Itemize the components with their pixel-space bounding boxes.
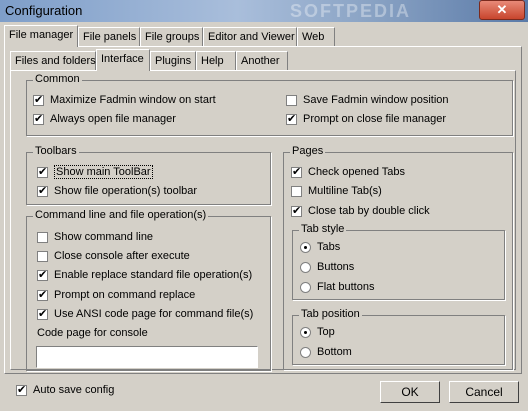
checkbox-box[interactable] xyxy=(33,112,44,125)
tab-style-buttons-radio[interactable]: Buttons xyxy=(300,260,354,274)
tab-position-top-radio[interactable]: Top xyxy=(300,325,335,339)
checkbox-box[interactable] xyxy=(37,288,48,301)
use-ansi-code-page-checkbox[interactable]: Use ANSI code page for command file(s) xyxy=(37,307,253,321)
tab-style-flat-buttons-radio[interactable]: Flat buttons xyxy=(300,280,374,294)
ok-button[interactable]: OK xyxy=(380,381,440,403)
tab-help[interactable]: Help xyxy=(196,51,236,71)
radio-label: Top xyxy=(317,326,335,338)
checkbox-label: Enable replace standard file operation(s… xyxy=(54,269,253,281)
command-line-legend: Command line and file operation(s) xyxy=(33,209,209,221)
check-opened-tabs-checkbox[interactable]: Check opened Tabs xyxy=(291,165,405,179)
show-file-operations-toolbar-checkbox[interactable]: Show file operation(s) toolbar xyxy=(37,184,197,198)
checkbox-box[interactable] xyxy=(37,268,48,281)
save-window-position-checkbox[interactable]: Save Fadmin window position xyxy=(286,93,449,107)
checkbox-label: Multiline Tab(s) xyxy=(308,185,382,197)
tab-file-groups[interactable]: File groups xyxy=(140,27,203,47)
checkbox-label: Always open file manager xyxy=(50,113,176,125)
prompt-on-close-checkbox[interactable]: Prompt on close file manager xyxy=(286,112,446,126)
close-button[interactable]: ✕ xyxy=(479,0,525,20)
maximize-on-start-checkbox[interactable]: Maximize Fadmin window on start xyxy=(33,93,216,107)
enable-replace-operations-checkbox[interactable]: Enable replace standard file operation(s… xyxy=(37,268,252,282)
checkbox-box[interactable] xyxy=(16,383,27,396)
radio-label: Buttons xyxy=(317,261,355,273)
close-console-checkbox[interactable]: Close console after execute xyxy=(37,249,190,263)
radio-dot[interactable] xyxy=(300,346,311,358)
radio-label: Flat buttons xyxy=(317,281,375,293)
common-legend: Common xyxy=(33,73,82,85)
multiline-tabs-checkbox[interactable]: Multiline Tab(s) xyxy=(291,184,382,198)
tab-editor-viewer[interactable]: Editor and Viewer xyxy=(203,27,297,47)
code-page-input[interactable] xyxy=(36,346,258,368)
checkbox-box[interactable] xyxy=(286,94,297,106)
tab-file-panels[interactable]: File panels xyxy=(78,27,140,47)
tab-position-bottom-radio[interactable]: Bottom xyxy=(300,345,352,359)
checkbox-box[interactable] xyxy=(291,204,302,217)
tab-style-tabs-radio[interactable]: Tabs xyxy=(300,240,340,254)
checkbox-label: Close tab by double click xyxy=(308,205,430,217)
checkbox-box[interactable] xyxy=(37,250,48,262)
common-group: Common xyxy=(26,73,513,136)
checkbox-label: Check opened Tabs xyxy=(308,166,406,178)
show-command-line-checkbox[interactable]: Show command line xyxy=(37,230,153,244)
code-page-label: Code page for console xyxy=(37,327,148,339)
configuration-window: Configuration SOFTPEDIA ✕ File manager F… xyxy=(0,0,528,411)
radio-label: Bottom xyxy=(317,346,352,358)
close-tab-double-click-checkbox[interactable]: Close tab by double click xyxy=(291,204,430,218)
radio-dot[interactable] xyxy=(300,261,311,273)
show-main-toolbar-checkbox[interactable]: Show main ToolBar xyxy=(37,165,153,179)
radio-dot[interactable] xyxy=(300,326,311,338)
close-icon: ✕ xyxy=(496,2,508,17)
checkbox-label: Prompt on close file manager xyxy=(303,113,447,125)
tab-web[interactable]: Web xyxy=(297,27,335,47)
prompt-on-command-replace-checkbox[interactable]: Prompt on command replace xyxy=(37,288,195,302)
checkbox-box[interactable] xyxy=(37,184,48,197)
tab-style-legend: Tab style xyxy=(299,223,347,235)
title-bar[interactable]: Configuration SOFTPEDIA ✕ xyxy=(0,0,528,22)
cancel-button[interactable]: Cancel xyxy=(449,381,519,403)
radio-dot[interactable] xyxy=(300,241,311,253)
checkbox-label: Maximize Fadmin window on start xyxy=(50,94,216,106)
checkbox-label: Save Fadmin window position xyxy=(303,94,449,106)
tab-plugins[interactable]: Plugins xyxy=(150,51,196,71)
checkbox-box[interactable] xyxy=(37,165,48,178)
tab-interface[interactable]: Interface xyxy=(96,49,150,71)
checkbox-label: Show main ToolBar xyxy=(54,165,153,179)
checkbox-label: Show file operation(s) toolbar xyxy=(54,185,198,197)
radio-dot[interactable] xyxy=(300,281,311,293)
window-title: Configuration xyxy=(5,3,83,18)
auto-save-config-checkbox[interactable]: Auto save config xyxy=(16,383,114,397)
radio-label: Tabs xyxy=(317,241,341,253)
tab-another[interactable]: Another xyxy=(236,51,288,71)
checkbox-box[interactable] xyxy=(37,231,48,243)
toolbars-legend: Toolbars xyxy=(33,145,79,157)
checkbox-box[interactable] xyxy=(33,93,44,106)
checkbox-label: Close console after execute xyxy=(54,250,190,262)
checkbox-box[interactable] xyxy=(286,112,297,125)
checkbox-label: Use ANSI code page for command file(s) xyxy=(54,308,254,320)
always-open-file-manager-checkbox[interactable]: Always open file manager xyxy=(33,112,176,126)
checkbox-label: Auto save config xyxy=(33,384,115,396)
watermark-logo: SOFTPEDIA xyxy=(290,1,412,21)
checkbox-box[interactable] xyxy=(37,307,48,320)
tab-file-manager[interactable]: File manager xyxy=(4,25,78,47)
checkbox-label: Prompt on command replace xyxy=(54,289,196,301)
pages-legend: Pages xyxy=(290,145,326,157)
tab-files-and-folders[interactable]: Files and folders xyxy=(10,51,96,71)
checkbox-box[interactable] xyxy=(291,185,302,197)
checkbox-box[interactable] xyxy=(291,165,302,178)
checkbox-label: Show command line xyxy=(54,231,154,243)
tab-position-legend: Tab position xyxy=(299,308,362,320)
